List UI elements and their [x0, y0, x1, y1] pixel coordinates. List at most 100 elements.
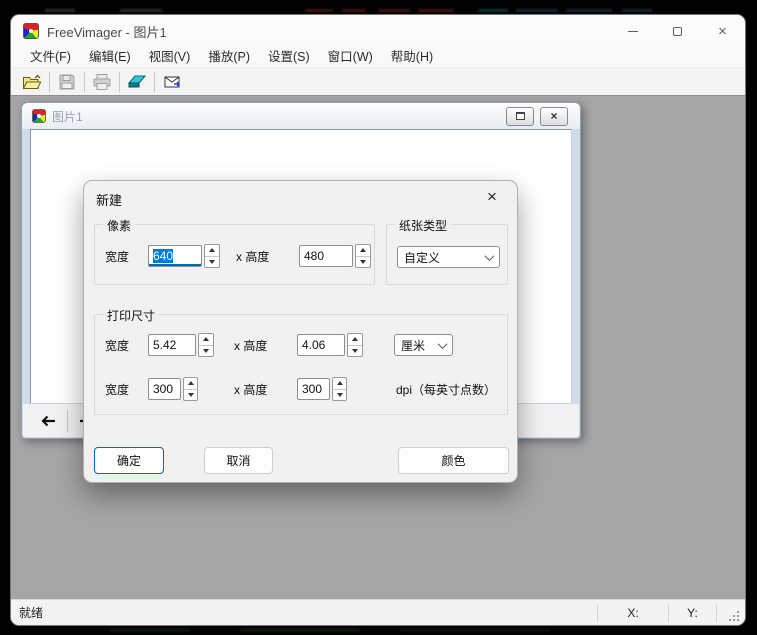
toolbar-separator: [119, 72, 120, 92]
spin-up-icon: [356, 245, 370, 256]
open-file-button[interactable]: [19, 70, 45, 94]
spin-down-icon: [205, 256, 219, 268]
print-size-group: 打印尺寸 宽度 5.42 x 高度 4.06: [94, 314, 508, 415]
pixels-legend: 像素: [103, 217, 135, 234]
statusbar: 就绪 X: Y:: [11, 599, 745, 625]
email-button[interactable]: [159, 70, 185, 94]
open-folder-icon: [22, 73, 42, 91]
restore-icon: [516, 112, 525, 120]
window-controls: ×: [610, 15, 745, 47]
pixel-height-input[interactable]: 480: [299, 245, 353, 267]
chevron-down-icon: [485, 251, 495, 261]
back-arrow-icon: [39, 414, 57, 428]
menu-edit[interactable]: 编辑(E): [80, 47, 140, 68]
color-button[interactable]: 颜色: [398, 447, 509, 474]
print-height-input[interactable]: 4.06: [297, 334, 345, 356]
close-icon: ×: [550, 110, 557, 122]
scan-button[interactable]: [124, 70, 150, 94]
print-height-spinner[interactable]: [347, 333, 363, 357]
unit-select[interactable]: 厘米: [394, 334, 453, 356]
dpi-note: dpi（每英寸点数）: [396, 381, 496, 398]
pixel-height-value: 480: [304, 249, 324, 263]
titlebar: FreeVimager - 图片1 ×: [11, 15, 745, 47]
cursor-x-pane: X:: [598, 606, 668, 620]
dpi-height-input[interactable]: 300: [297, 378, 330, 400]
app-window: FreeVimager - 图片1 × 文件(F) 编辑(E) 视图(V) 播放…: [10, 14, 746, 626]
email-icon: [162, 73, 182, 91]
print-width-spinner[interactable]: [198, 333, 214, 357]
menu-window[interactable]: 窗口(W): [319, 47, 382, 68]
print-width-label: 宽度: [105, 337, 148, 354]
spin-down-icon: [184, 389, 197, 401]
new-image-dialog: 新建 × 像素 宽度 640: [84, 181, 517, 482]
paper-type-value: 自定义: [404, 249, 440, 266]
image-window-restore-button[interactable]: [506, 107, 534, 126]
dpi-width-spinner[interactable]: [183, 377, 198, 401]
image-window-icon: [32, 109, 46, 123]
spin-up-icon: [184, 378, 197, 389]
minimize-button[interactable]: [610, 15, 655, 47]
toolbar-separator: [154, 72, 155, 92]
printer-icon: [92, 73, 112, 91]
dialog-title: 新建: [96, 190, 122, 209]
menubar: 文件(F) 编辑(E) 视图(V) 播放(P) 设置(S) 窗口(W) 帮助(H…: [11, 47, 745, 68]
unit-value: 厘米: [401, 337, 425, 354]
print-height-value: 4.06: [302, 338, 325, 352]
menu-file[interactable]: 文件(F): [21, 47, 80, 68]
spin-down-icon: [348, 345, 362, 357]
cancel-button[interactable]: 取消: [204, 447, 273, 474]
pixel-height-spinner[interactable]: [355, 244, 371, 268]
mdi-workspace: 图片1 ×: [11, 95, 745, 601]
save-button[interactable]: [54, 70, 80, 94]
main-toolbar: [11, 68, 745, 95]
pixel-width-label: 宽度: [105, 248, 148, 265]
dpi-height-label: x 高度: [234, 381, 281, 398]
pixel-width-spinner[interactable]: [204, 244, 220, 268]
dpi-height-spinner[interactable]: [332, 377, 347, 401]
dpi-width-label: 宽度: [105, 381, 148, 398]
print-size-legend: 打印尺寸: [103, 307, 159, 324]
spin-down-icon: [199, 345, 213, 357]
print-width-value: 5.42: [153, 338, 176, 352]
image-window-title: 图片1: [52, 108, 506, 125]
spin-up-icon: [333, 378, 346, 389]
menu-play[interactable]: 播放(P): [199, 47, 259, 68]
menu-help[interactable]: 帮助(H): [382, 47, 442, 68]
maximize-button[interactable]: [655, 15, 700, 47]
image-window-close-button[interactable]: ×: [540, 107, 568, 126]
pixel-width-input[interactable]: 640: [148, 245, 202, 267]
spin-up-icon: [348, 334, 362, 345]
pixel-height-label: x 高度: [236, 248, 283, 265]
maximize-icon: [673, 27, 682, 36]
dpi-width-value: 300: [153, 382, 173, 396]
dialog-close-button[interactable]: ×: [481, 186, 503, 208]
paper-type-select[interactable]: 自定义: [397, 246, 500, 268]
color-button-label: 颜色: [441, 452, 465, 469]
status-text: 就绪: [11, 604, 597, 621]
close-button[interactable]: ×: [700, 15, 745, 47]
image-window-titlebar: 图片1 ×: [22, 103, 580, 129]
spin-down-icon: [333, 389, 346, 401]
menu-settings[interactable]: 设置(S): [259, 47, 319, 68]
scanner-icon: [127, 73, 147, 91]
cursor-y-pane: Y:: [669, 606, 716, 620]
window-title: FreeVimager - 图片1: [47, 22, 610, 41]
resize-grip[interactable]: [717, 600, 745, 626]
print-height-label: x 高度: [234, 337, 281, 354]
spin-up-icon: [205, 245, 219, 256]
app-logo-icon: [23, 23, 39, 39]
ok-button-label: 确定: [117, 452, 141, 469]
dpi-height-value: 300: [302, 382, 322, 396]
spin-up-icon: [199, 334, 213, 345]
print-width-input[interactable]: 5.42: [148, 334, 196, 356]
cancel-button-label: 取消: [226, 452, 250, 469]
menu-view[interactable]: 视图(V): [140, 47, 200, 68]
ok-button[interactable]: 确定: [94, 447, 164, 474]
print-button[interactable]: [89, 70, 115, 94]
close-icon: ×: [718, 24, 727, 39]
toolbar-separator: [67, 410, 68, 432]
paper-type-group: 纸张类型 自定义: [386, 224, 508, 285]
dpi-width-input[interactable]: 300: [148, 378, 181, 400]
previous-image-button[interactable]: [33, 408, 63, 434]
pixels-group: 像素 宽度 640 x 高度 480: [94, 224, 375, 285]
